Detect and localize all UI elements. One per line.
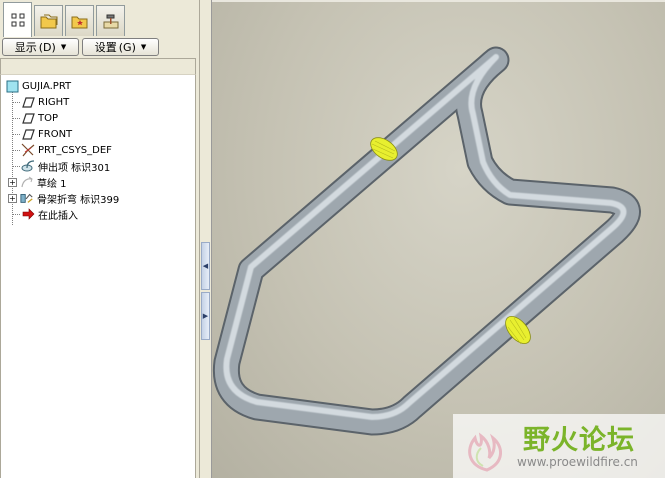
tab-connections[interactable] — [96, 5, 125, 36]
show-menu-button[interactable]: 显示 (D) ▼ — [2, 38, 79, 56]
csys-icon — [21, 143, 35, 157]
insert-here-arrow-icon — [21, 207, 35, 221]
tree-column-header — [0, 58, 196, 75]
favorites-icon — [71, 16, 87, 29]
datum-plane-icon — [21, 111, 35, 125]
model-tree: GUJIA.PRT RIGHT TOP FRONT PRT_CSYS_DEF 伸… — [0, 75, 196, 478]
tree-item-right[interactable]: RIGHT — [13, 94, 69, 110]
settings-menu-label: 设置 — [94, 41, 117, 54]
tree-root-label: GUJIA.PRT — [22, 80, 72, 92]
tree-item-spinal-bend[interactable]: 骨架折弯 标识399 — [20, 190, 119, 206]
tab-folder-browser[interactable] — [34, 5, 63, 36]
graphics-viewport[interactable]: 野火论坛 www.proewildfire.cn — [212, 0, 665, 478]
tree-item-sketch[interactable]: 草绘 1 — [20, 174, 67, 190]
sketch-icon — [20, 175, 34, 189]
tree-item-protrusion[interactable]: 伸出项 标识301 — [13, 158, 110, 174]
tree-root[interactable]: GUJIA.PRT — [5, 78, 71, 94]
watermark-title: 野火论坛 — [523, 425, 635, 456]
panel-splitter[interactable]: ◀ ▶ — [199, 0, 212, 478]
protrusion-icon — [21, 159, 35, 173]
expand-sketch-toggle[interactable]: + — [8, 178, 17, 187]
expand-spinal-bend-toggle[interactable]: + — [8, 194, 17, 203]
tree-item-label: 骨架折弯 标识399 — [37, 194, 120, 206]
expand-panel-handle[interactable]: ▶ — [201, 292, 210, 340]
forum-watermark: 野火论坛 www.proewildfire.cn — [453, 414, 665, 478]
chevron-left-icon: ◀ — [202, 262, 209, 270]
chevron-down-icon: ▼ — [140, 43, 147, 51]
model-tree-panel: 显示 (D) ▼ 设置 (G) ▼ GUJIA.PRT RIGHT TOP FR… — [0, 0, 199, 478]
tree-item-label: PRT_CSYS_DEF — [38, 144, 112, 156]
tab-model-tree[interactable] — [3, 2, 32, 37]
part-icon — [5, 79, 19, 93]
tree-item-insert-here[interactable]: 在此插入 — [13, 206, 78, 222]
tab-favorites[interactable] — [65, 5, 94, 36]
datum-plane-icon — [21, 95, 35, 109]
tree-item-label: 草绘 1 — [37, 178, 67, 190]
flame-logo-icon — [468, 432, 502, 472]
collapse-panel-handle[interactable]: ◀ — [201, 242, 210, 290]
navigator-tabbar — [0, 0, 199, 37]
tree-item-top[interactable]: TOP — [13, 110, 58, 126]
watermark-url: www.proewildfire.cn — [517, 455, 638, 469]
datum-plane-icon — [21, 127, 35, 141]
show-menu-key: (D) — [38, 40, 56, 54]
tree-toolbar: 显示 (D) ▼ 设置 (G) ▼ — [0, 37, 199, 57]
tree-item-label: 伸出项 标识301 — [38, 162, 111, 174]
tree-item-label: TOP — [38, 112, 59, 124]
show-menu-label: 显示 — [14, 41, 37, 54]
tree-item-csys[interactable]: PRT_CSYS_DEF — [13, 142, 112, 158]
tree-item-label: 在此插入 — [38, 210, 78, 222]
spinal-bend-icon — [20, 191, 34, 205]
chevron-down-icon: ▼ — [60, 43, 67, 51]
model-tree-icon — [11, 13, 24, 27]
tree-item-front[interactable]: FRONT — [13, 126, 72, 142]
tree-item-label: FRONT — [38, 128, 73, 140]
tree-item-label: RIGHT — [38, 96, 70, 108]
hammer-icon — [103, 14, 118, 29]
settings-menu-key: (G) — [118, 40, 136, 54]
folder-icon — [40, 14, 57, 29]
chevron-right-icon: ▶ — [202, 312, 209, 320]
settings-menu-button[interactable]: 设置 (G) ▼ — [82, 38, 159, 56]
tube-frame-model — [212, 46, 641, 436]
